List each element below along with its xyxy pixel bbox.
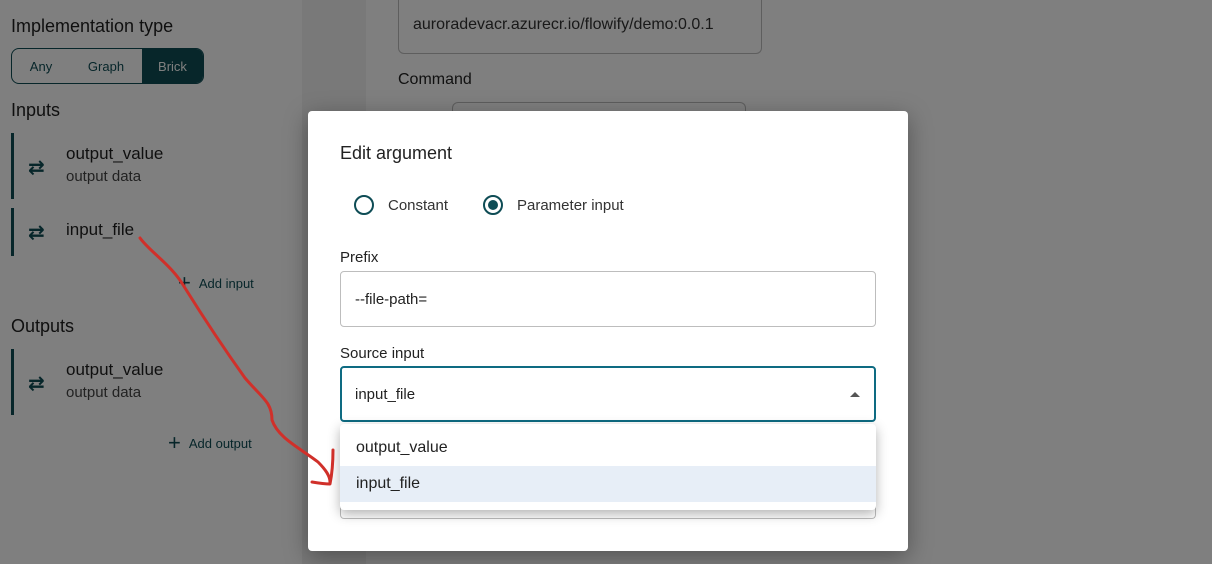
source-input-menu: output_value input_file <box>340 424 876 510</box>
prefix-label: Prefix <box>340 249 379 266</box>
source-input-value: input_file <box>355 385 416 403</box>
menu-item-input-file[interactable]: input_file <box>340 466 876 502</box>
prefix-input[interactable]: --file-path= <box>340 271 876 327</box>
dialog-title: Edit argument <box>340 143 453 163</box>
menu-item-output-value[interactable]: output_value <box>340 430 876 466</box>
radio-label: Constant <box>388 196 449 214</box>
arrow-drop-up-icon <box>850 392 860 397</box>
radio-button-checked[interactable] <box>483 195 503 215</box>
radio-parameter-input[interactable]: Parameter input <box>483 195 624 215</box>
radio-button[interactable] <box>354 195 374 215</box>
radio-constant[interactable]: Constant <box>354 195 448 215</box>
radio-label: Parameter input <box>517 196 624 214</box>
source-input-select[interactable]: input_file <box>340 366 876 422</box>
source-input-label: Source input <box>340 345 425 362</box>
